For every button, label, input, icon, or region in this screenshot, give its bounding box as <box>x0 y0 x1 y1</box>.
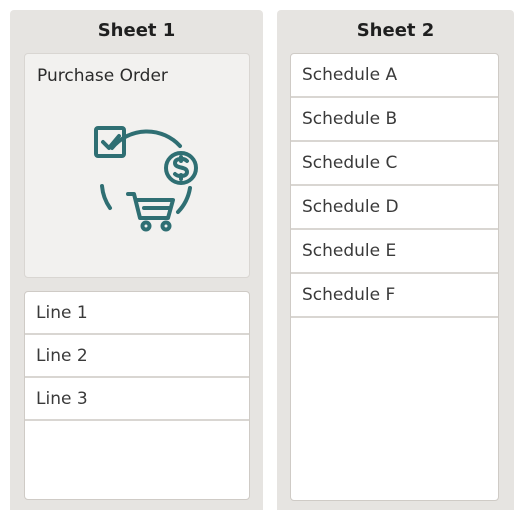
list-item-schedule-b[interactable]: Schedule B <box>291 98 498 142</box>
purchase-order-card[interactable]: Purchase Order <box>24 53 250 278</box>
purchase-order-label: Purchase Order <box>37 66 168 86</box>
list-item-schedule-e[interactable]: Schedule E <box>291 230 498 274</box>
list-item-schedule-c[interactable]: Schedule C <box>291 142 498 186</box>
list-item-schedule-f[interactable]: Schedule F <box>291 274 498 318</box>
purchase-order-icon <box>82 116 202 240</box>
list-item-line-3[interactable]: Line 3 <box>25 378 249 421</box>
list-item-line-1[interactable]: Line 1 <box>25 292 249 335</box>
schedules-list: Schedule A Schedule B Schedule C Schedul… <box>290 53 499 501</box>
lines-list: Line 1 Line 2 Line 3 <box>24 291 250 500</box>
sheet-1-title: Sheet 1 <box>97 20 176 41</box>
sheet-2-panel: Sheet 2 Schedule A Schedule B Schedule C… <box>277 10 514 510</box>
sheet-1-panel: Sheet 1 Purchase Order Line 1 Line 2 Lin… <box>10 10 263 510</box>
sheet-2-title: Sheet 2 <box>356 20 435 41</box>
list-item-line-2[interactable]: Line 2 <box>25 335 249 378</box>
list-item-schedule-a[interactable]: Schedule A <box>291 54 498 98</box>
list-item-schedule-d[interactable]: Schedule D <box>291 186 498 230</box>
